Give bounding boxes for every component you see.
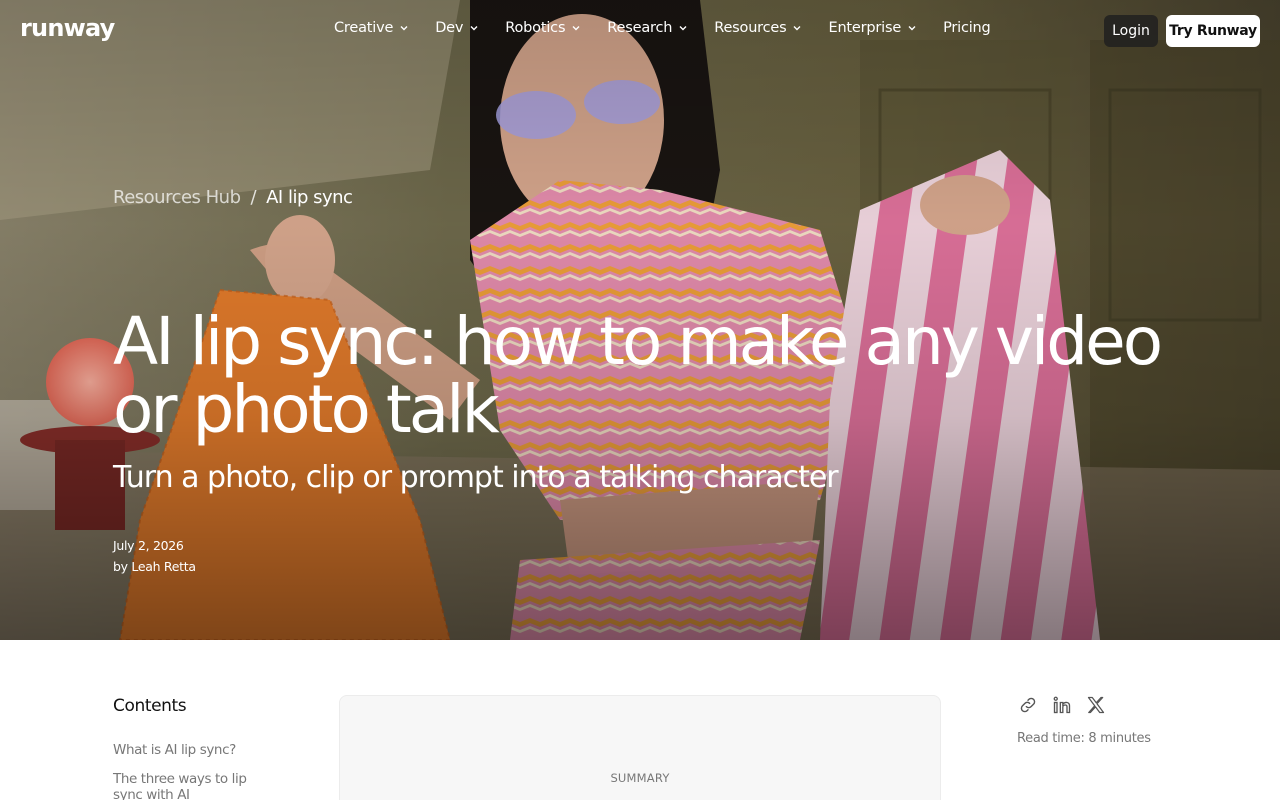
link-icon[interactable] [1017,694,1039,716]
nav-item-creative[interactable]: Creative [334,20,409,36]
chevron-down-icon [793,26,801,31]
table-of-contents: What is AI lip sync? The three ways to l… [113,742,263,800]
hero-section: Resources Hub / AI lip sync AI lip sync:… [0,0,1280,640]
chevron-down-icon [908,26,916,31]
nav-item-enterprise[interactable]: Enterprise [828,20,917,36]
nav-item-label: Resources [714,20,787,36]
linkedin-icon[interactable] [1051,694,1073,716]
page-subtitle: Turn a photo, clip or prompt into a talk… [113,460,839,495]
nav-item-resources[interactable]: Resources [714,20,802,36]
breadcrumb-resources-hub[interactable]: Resources Hub [113,187,241,208]
chevron-down-icon [572,26,580,31]
toc-item[interactable]: What is AI lip sync? [113,742,263,758]
top-nav: runway Creative Dev Robotics Research Re… [0,0,1280,62]
chevron-down-icon [470,26,478,31]
share-links [1017,694,1107,716]
page-title: AI lip sync: how to make any video or ph… [113,303,1163,448]
nav-item-label: Dev [435,20,464,36]
nav-item-research[interactable]: Research [607,20,688,36]
contents-heading: Contents [113,696,187,716]
nav-item-label: Enterprise [828,20,902,36]
nav-item-label: Robotics [505,20,566,36]
summary-label: SUMMARY [610,771,670,785]
summary-box: SUMMARY [339,695,941,800]
chevron-down-icon [679,26,687,31]
login-button[interactable]: Login [1104,15,1158,47]
article-date: July 2, 2026 [113,538,184,553]
nav-item-pricing[interactable]: Pricing [943,20,991,36]
read-time: Read time: 8 minutes [1017,731,1151,746]
nav-item-label: Research [607,20,673,36]
nav-menu: Creative Dev Robotics Research Resources… [334,20,1017,36]
nav-item-label: Pricing [943,20,991,36]
toc-item[interactable]: The three ways to lip sync with AI [113,771,263,800]
runway-logo[interactable]: runway [20,14,115,42]
breadcrumb-separator: / [250,187,257,208]
breadcrumb: Resources Hub / AI lip sync [113,187,353,208]
article-author: by Leah Retta [113,559,196,574]
try-runway-button[interactable]: Try Runway [1166,15,1260,47]
x-icon[interactable] [1085,694,1107,716]
nav-item-dev[interactable]: Dev [435,20,479,36]
breadcrumb-current: AI lip sync [266,187,353,208]
chevron-down-icon [400,26,408,31]
nav-item-robotics[interactable]: Robotics [505,20,581,36]
nav-item-label: Creative [334,20,394,36]
